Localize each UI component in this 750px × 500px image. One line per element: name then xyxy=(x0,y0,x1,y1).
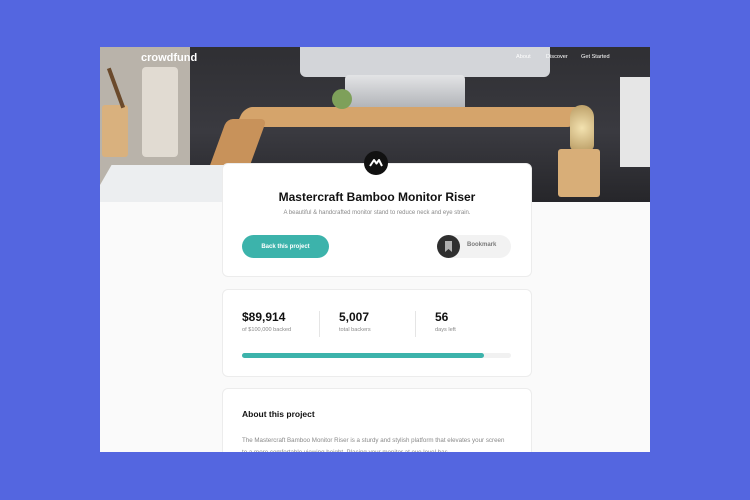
nav-link-about[interactable]: About xyxy=(516,54,531,60)
bookmark-button[interactable]: Bookmark xyxy=(437,235,511,258)
top-nav: crowdfund About Discover Get Started xyxy=(100,47,650,77)
backed-label: of $100,000 backed xyxy=(242,327,292,333)
stat-backed: $89,914 of $100,000 backed xyxy=(242,310,291,333)
bookmark-icon xyxy=(437,235,460,258)
back-project-button[interactable]: Back this project xyxy=(242,235,329,258)
project-card: Mastercraft Bamboo Monitor Riser A beaut… xyxy=(222,163,532,277)
backers-label: total backers xyxy=(339,327,371,333)
backers-count: 5,007 xyxy=(339,310,370,324)
nav-link-discover[interactable]: Discover xyxy=(546,54,568,60)
bookmark-label: Bookmark xyxy=(467,242,497,248)
nav-link-get-started[interactable]: Get Started xyxy=(581,54,610,60)
stats-card: $89,914 of $100,000 backed 5,007 total b… xyxy=(222,289,532,377)
days-left-label: days left xyxy=(435,327,456,333)
about-title: About this project xyxy=(242,409,315,419)
about-text: The Mastercraft Bamboo Monitor Riser is … xyxy=(242,437,505,452)
project-subtitle: A beautiful & handcrafted monitor stand … xyxy=(283,210,471,216)
funding-progress-bar xyxy=(242,353,511,358)
stat-divider xyxy=(415,311,416,337)
funding-progress-fill xyxy=(242,353,484,358)
stat-divider xyxy=(319,311,320,337)
stat-days: 56 days left xyxy=(435,310,456,333)
days-left-count: 56 xyxy=(435,310,449,324)
logo[interactable]: crowdfund xyxy=(141,52,197,64)
project-title: Mastercraft Bamboo Monitor Riser xyxy=(278,190,476,204)
stat-backers: 5,007 total backers xyxy=(339,310,371,333)
about-card: About this project The Mastercraft Bambo… xyxy=(222,388,532,452)
backed-amount: $89,914 xyxy=(242,310,286,324)
page-frame: crowdfund About Discover Get Started Mas… xyxy=(100,47,650,452)
mastercraft-logo-icon xyxy=(364,151,388,175)
